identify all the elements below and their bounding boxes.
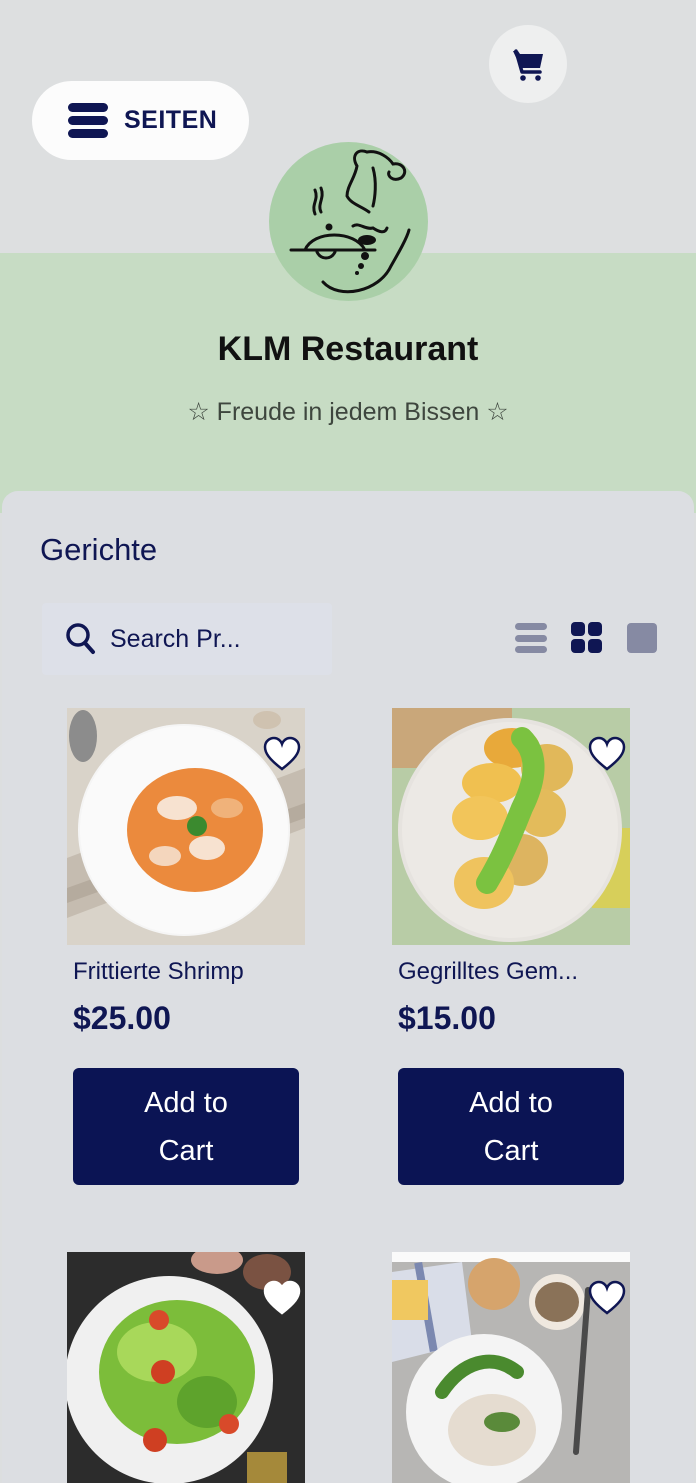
- restaurant-tagline: ☆ Freude in jedem Bissen ☆: [187, 398, 509, 426]
- pages-menu-label: SEITEN: [124, 106, 218, 134]
- restaurant-logo: [269, 142, 428, 301]
- single-view-toggle[interactable]: [627, 623, 657, 653]
- search-placeholder: Search Pr...: [110, 624, 241, 653]
- search-input[interactable]: Search Pr...: [42, 603, 332, 675]
- hamburger-icon: [68, 103, 108, 138]
- chef-logo-icon: [289, 149, 411, 294]
- product-name[interactable]: Frittierte Shrimp: [73, 958, 244, 986]
- grid-view-icon: [571, 622, 585, 636]
- product-price: $25.00: [73, 1000, 171, 1036]
- restaurant-name: KLM Restaurant: [217, 330, 479, 368]
- add-to-cart-button[interactable]: Add to Cart: [398, 1068, 624, 1185]
- add-to-cart-button[interactable]: Add to Cart: [73, 1068, 299, 1185]
- favorite-heart-icon[interactable]: [588, 1280, 626, 1316]
- product-name[interactable]: Gegrilltes Gem...: [398, 958, 578, 986]
- favorite-heart-icon[interactable]: [263, 1280, 301, 1316]
- list-view-icon: [515, 623, 547, 630]
- search-icon: [66, 623, 95, 654]
- list-view-toggle[interactable]: [515, 622, 547, 654]
- pages-menu-button[interactable]: SEITEN: [32, 81, 249, 160]
- cart-button[interactable]: [489, 25, 567, 103]
- section-title: Gerichte: [40, 532, 158, 567]
- cart-icon: [513, 49, 543, 81]
- favorite-heart-icon[interactable]: [263, 736, 301, 772]
- favorite-heart-icon[interactable]: [588, 736, 626, 772]
- grid-view-toggle[interactable]: [571, 622, 603, 654]
- product-price: $15.00: [398, 1000, 496, 1036]
